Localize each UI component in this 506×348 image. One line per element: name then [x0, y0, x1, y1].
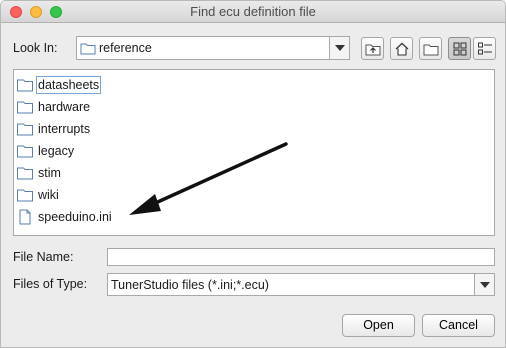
folder-icon [17, 101, 33, 114]
look-in-dropdown-button[interactable] [329, 37, 349, 59]
file-type-value: TunerStudio files (*.ini;*.ecu) [111, 278, 269, 292]
file-name-label: interrupts [38, 122, 91, 136]
list-item[interactable]: legacy [16, 141, 78, 161]
open-button[interactable]: Open [342, 314, 415, 337]
up-one-level-icon [365, 44, 381, 56]
file-name-label: datasheets [35, 76, 102, 94]
file-name-label: wiki [38, 188, 59, 202]
document-icon [19, 209, 31, 225]
file-name-field-label: File Name: [13, 250, 74, 264]
look-in-combo[interactable]: reference [76, 36, 350, 60]
look-in-value: reference [99, 41, 152, 55]
folder-icon [17, 123, 33, 136]
file-name-label: stim [38, 166, 61, 180]
home-button[interactable] [390, 37, 413, 60]
file-type-dropdown-button[interactable] [474, 274, 494, 295]
chevron-down-icon [335, 45, 345, 51]
details-view-icon [478, 42, 492, 55]
list-item[interactable]: datasheets [16, 75, 103, 95]
title-bar: Find ecu definition file [1, 1, 505, 23]
up-one-level-button[interactable] [361, 37, 384, 60]
folder-icon [17, 189, 33, 202]
file-name-label: speeduino.ini [38, 210, 112, 224]
look-in-label: Look In: [13, 41, 58, 55]
file-name-input[interactable] [107, 248, 495, 266]
folder-icon [17, 167, 33, 180]
list-view-icon [453, 42, 467, 56]
file-name-label: hardware [38, 100, 91, 114]
new-folder-icon [423, 44, 439, 56]
file-chooser-dialog: Find ecu definition file Look In: refere… [0, 0, 506, 348]
list-item[interactable]: speeduino.ini [16, 207, 116, 227]
file-type-label: Files of Type: [13, 277, 88, 291]
file-type-combo[interactable]: TunerStudio files (*.ini;*.ecu) [107, 273, 495, 296]
annotation-arrow [129, 142, 288, 215]
file-name-label: legacy [38, 144, 75, 158]
cancel-button[interactable]: Cancel [422, 314, 495, 337]
new-folder-button[interactable] [419, 37, 442, 60]
window-title: Find ecu definition file [190, 4, 316, 19]
list-item[interactable]: stim [16, 163, 65, 183]
list-item[interactable]: hardware [16, 97, 94, 117]
folder-icon [80, 43, 96, 55]
home-icon [395, 42, 409, 56]
folder-icon [17, 145, 33, 158]
list-item[interactable]: interrupts [16, 119, 94, 139]
chevron-down-icon [480, 282, 490, 288]
list-view-button[interactable] [448, 37, 471, 60]
list-item[interactable]: wiki [16, 185, 63, 205]
folder-icon [17, 79, 33, 92]
details-view-button[interactable] [473, 37, 496, 60]
